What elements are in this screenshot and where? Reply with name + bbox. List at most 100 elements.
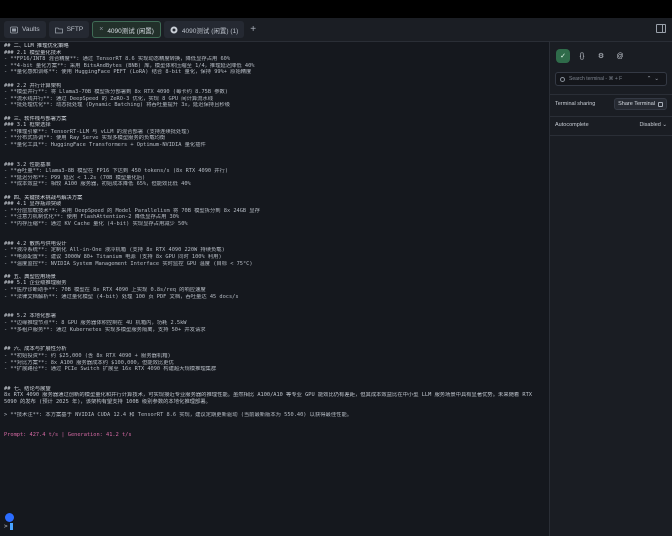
tab-bar: Vaults SFTP × 4090测试 (闲置) 4090测试 (闲置) (1… — [0, 18, 672, 42]
terminal-line: - **法律文档解析**: 通过量化模型 (4-bit) 处理 100 页 PD… — [4, 293, 239, 300]
terminal-heading: ## 四、关键技术挑战与解决方案 — [4, 194, 83, 201]
prompt-row[interactable]: > — [4, 523, 13, 530]
tab-label: 4090测试 (闲置) — [107, 27, 154, 35]
terminal-line: - **扩展路径**: 通过 PCIe Switch 扩展至 16x RTX 4… — [4, 366, 217, 373]
share-terminal-button[interactable]: Share Terminal — [614, 98, 667, 110]
terminal-heading: ## 二、LLM 推理优化策略 — [4, 43, 69, 49]
terminal-heading: ## 七、结论与展望 — [4, 385, 51, 392]
terminal-line: - **模型并行**: 将 Llama3-70B 模型拆分部署到 8x RTX … — [4, 89, 228, 96]
terminal-line: - **分布式协调**: 使用 Ray Serve 实现多模型服务的负载均衡 — [4, 135, 166, 142]
share-terminal-label: Share Terminal — [618, 101, 655, 107]
terminal-line: - **推理引擎**: TensorRT-LLM 与 vLLM 的混合部署 (支… — [4, 128, 190, 135]
terminal-line: - **电源配置**: 建议 3000W 80+ Titanium 电源 (支持… — [4, 254, 222, 260]
vault-icon — [10, 26, 18, 34]
terminal-sharing-row: Terminal sharing Share Terminal — [555, 98, 667, 110]
prompt-symbol: > — [4, 523, 8, 530]
terminal-line: - **液冷系统**: 定制化 All-in-One 液冷机箱 (支持 8x R… — [4, 247, 225, 254]
terminal-heading: ## 六、成本与扩展性分析 — [4, 346, 67, 353]
terminal-note-line: > **技术注**: 本方案基于 NVIDIA CUDA 12.4 和 Tens… — [4, 412, 353, 419]
terminal-subheading: ### 5.2 本地化部署 — [4, 313, 56, 320]
terminal-subheading: ### 3.2 性能基准 — [4, 161, 51, 168]
terminal-line: - **流水线并行**: 通过 DeepSpeed 的 ZeRO-3 优化，实现… — [4, 95, 214, 102]
terminal-heading: ## 五、典型应用场景 — [4, 273, 56, 280]
search-terminal-input[interactable]: Search terminal - ⌘ + F ⌃⌄ — [555, 72, 667, 86]
tab-label: Vaults — [22, 26, 40, 33]
code-icon[interactable]: {} — [575, 49, 589, 63]
new-tab-button[interactable]: + — [250, 24, 256, 35]
at-icon[interactable]: @ — [613, 49, 627, 63]
terminal-line: - **吞吐量**: Llama3-8B 模型在 FP16 下达到 450 to… — [4, 168, 229, 175]
terminal-line: - **初始投资**: 约 $25,000 (含 8x RTX 4090 + 服… — [4, 352, 171, 359]
terminal-line: - **边缘推理节点**: 8 GPU 服务器体积控制在 4U 机箱内，功耗 2… — [4, 319, 187, 326]
search-placeholder: Search terminal - ⌘ + F — [569, 76, 623, 82]
terminal-line: - **注意力机制优化**: 使用 FlashAttention-2 降低显存占… — [4, 214, 180, 221]
tab-4090-second[interactable]: 4090测试 (闲置) (1) — [163, 21, 245, 38]
server-icon — [170, 26, 178, 34]
terminal-output[interactable]: ## 二、LLM 推理优化策略 ### 2.1 模型量化技术 - **FP16/IN… — [0, 42, 549, 536]
autocomplete-row: Autocomplete Disabled ⌄ — [555, 122, 667, 128]
tab-label: SFTP — [66, 26, 84, 33]
gear-icon[interactable]: ⚙ — [594, 49, 608, 63]
close-icon[interactable]: × — [99, 26, 103, 33]
terminal-line: - **对比方案**: 8x A100 服务器成本约 $100,000，但能效比… — [4, 359, 174, 366]
terminal-line: - **医疗诊断助手**: 70B 模型在 8x RTX 4090 上实现 0.… — [4, 286, 206, 293]
terminal-subheading: ### 4.1 显存瓶颈突破 — [4, 201, 62, 208]
terminal-line: - **内存压缩**: 通过 KV Cache 量化 (4-bit) 实现显存占… — [4, 221, 188, 228]
autocomplete-value: Disabled — [639, 122, 661, 128]
tab-4090-active[interactable]: × 4090测试 (闲置) — [92, 21, 161, 38]
terminal-line: - **4-bit 量化方案**: 采用 BitsAndBytes (BNB) … — [4, 62, 255, 69]
tab-vaults[interactable]: Vaults — [4, 21, 46, 38]
sidebar-toolbar: ✓ {} ⚙ @ — [556, 48, 667, 64]
search-icon — [560, 76, 565, 82]
terminal-line: - **批处理优化**: 动态批处理 (Dynamic Batching) 将吞… — [4, 102, 230, 109]
folder-icon — [54, 26, 63, 34]
terminal-line: - **FP16/INT8 混合精度**: 通过 TensorRT 8.6 实现… — [4, 56, 231, 63]
assistant-icon[interactable]: ✓ — [556, 49, 570, 63]
terminal-line: - **量化工具**: HuggingFace Transformers + O… — [4, 141, 206, 148]
terminal-conclusion-paragraph: 8x RTX 4090 服务器通过创新的模型量化和并行计算技术，可实现接近专业服… — [4, 392, 532, 406]
window-top-bar — [0, 0, 672, 18]
terminal-sharing-label: Terminal sharing — [555, 101, 596, 107]
status-dot-icon — [5, 513, 14, 522]
terminal-subheading: ### 5.1 企业级推理服务 — [4, 280, 67, 287]
panel-toggle-icon[interactable] — [656, 24, 666, 33]
terminal-subheading: ### 2.1 模型量化技术 — [4, 49, 62, 56]
divider — [550, 94, 672, 95]
right-sidebar: ✓ {} ⚙ @ Search terminal - ⌘ + F ⌃⌄ Term… — [549, 42, 672, 536]
terminal-line: - **量化感知训练**: 使用 HuggingFace PEFT (LoRA)… — [4, 69, 252, 76]
terminal-subheading: ### 3.1 框架选择 — [4, 122, 51, 129]
terminal-subheading: ### 2.2 并行计算架构 — [4, 82, 62, 89]
autocomplete-label: Autocomplete — [555, 122, 589, 128]
terminal-line: - **延迟分布**: P99 延迟 < 1.2s (70B 模型量化后) — [4, 174, 146, 181]
terminal-heading: ## 三、软件栈与部署方案 — [4, 115, 67, 122]
cursor — [9, 523, 13, 530]
terminal-lines: ## 二、LLM 推理优化策略 ### 2.1 模型量化技术 - **FP16/IN… — [4, 43, 547, 439]
tab-sftp[interactable]: SFTP — [48, 21, 90, 38]
tab-label: 4090测试 (闲置) (1) — [181, 27, 239, 35]
terminal-line: - **成本效益**: 相较 A100 服务器，初始成本降低 65%，但能效比低… — [4, 181, 191, 188]
generation-stats: Prompt: 427.4 t/s | Generation: 41.2 t/s — [4, 432, 132, 439]
terminal-line: - **温度监控**: NVIDIA System Management Int… — [4, 260, 253, 267]
autocomplete-select[interactable]: Disabled ⌄ — [639, 122, 667, 128]
search-nav-arrows-icon[interactable]: ⌃⌄ — [647, 76, 662, 82]
share-icon — [658, 101, 663, 107]
terminal-line: - **分层加载技术**: 采用 DeepSpeed 的 Model Paral… — [4, 207, 260, 214]
terminal-line: - **多租户服务**: 通过 Kubernetes 实现多模型服务隔离，支持 … — [4, 326, 206, 333]
